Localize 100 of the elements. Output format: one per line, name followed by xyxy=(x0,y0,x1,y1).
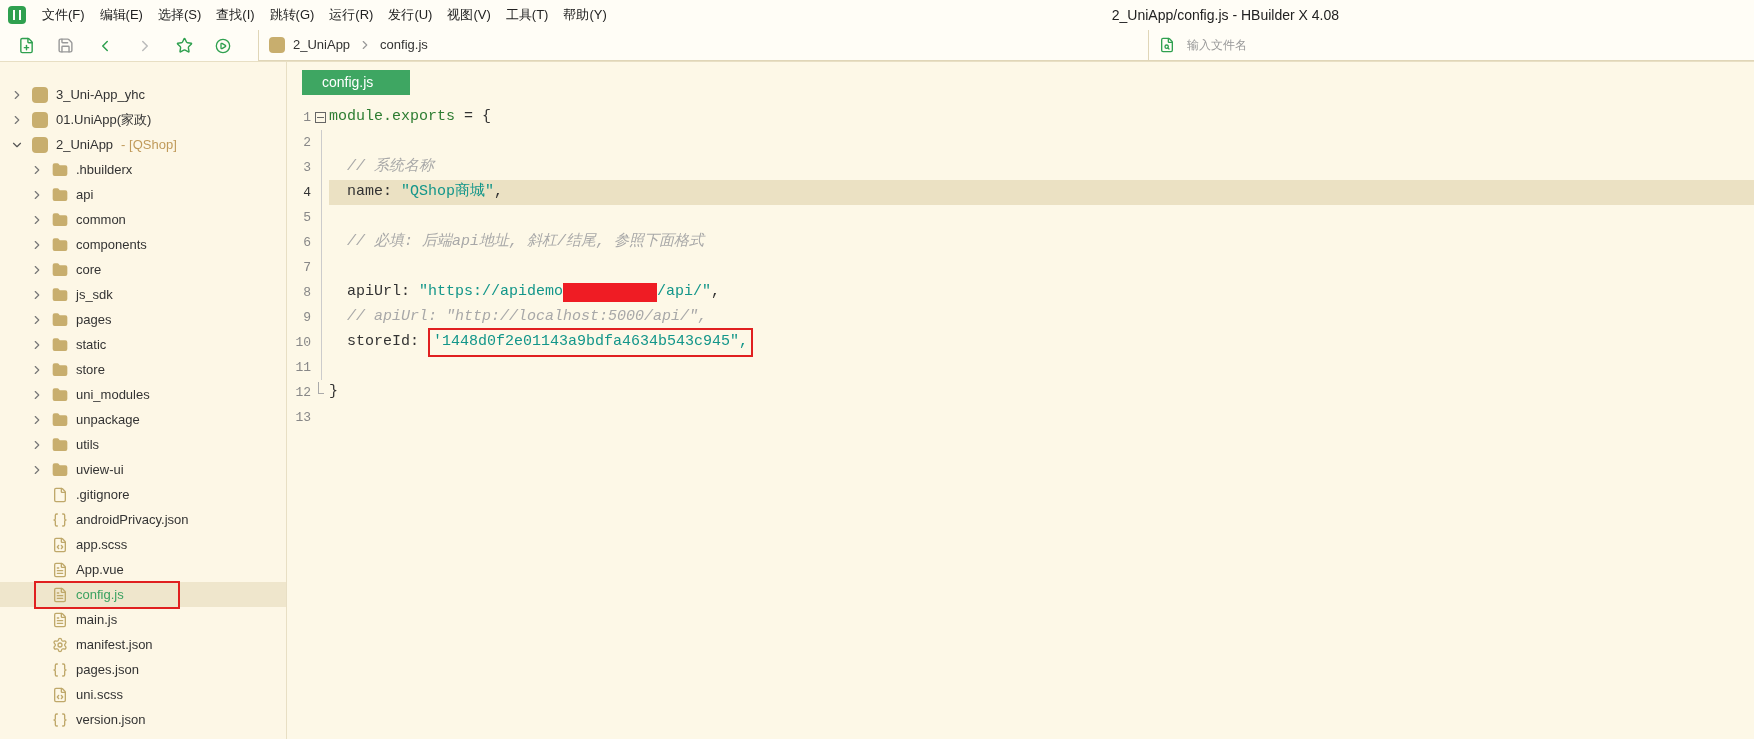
file-icon xyxy=(52,486,68,503)
folder-icon xyxy=(52,411,68,428)
tree-item-label: pages xyxy=(76,310,112,329)
tree-item-label: static xyxy=(76,335,107,354)
code-text: , xyxy=(711,282,721,303)
tree-item[interactable]: components xyxy=(0,232,286,257)
menu-item[interactable]: 工具(T) xyxy=(505,5,549,25)
tree-item-label: .gitignore xyxy=(76,485,130,504)
style-file-icon xyxy=(52,536,68,553)
js-file-icon xyxy=(52,611,68,628)
tree-item-label: uni_modules xyxy=(76,385,150,404)
code-comment: // apiUrl: "http://localhost:5000/api/", xyxy=(347,307,708,328)
menu-item[interactable]: 帮助(Y) xyxy=(563,5,607,25)
tree-item-label: 3_Uni-App_yhc xyxy=(56,85,145,104)
line-number: 4 xyxy=(302,183,311,202)
new-file-icon[interactable] xyxy=(18,37,35,54)
file-search-field[interactable]: 输入文件名 xyxy=(1187,36,1487,54)
line-number: 11 xyxy=(294,358,311,377)
menu-item[interactable]: 跳转(G) xyxy=(269,5,315,25)
line-number: 6 xyxy=(302,233,311,252)
breadcrumb-item[interactable]: 2_UniApp xyxy=(293,35,351,55)
tree-item-label: androidPrivacy.json xyxy=(76,510,189,529)
tree-item[interactable]: js_sdk xyxy=(0,282,286,307)
tree-item[interactable]: uview-ui xyxy=(0,457,286,482)
tree-item[interactable]: static xyxy=(0,332,286,357)
fold-toggle-icon[interactable] xyxy=(314,112,326,123)
code-text: "https://apidemo xyxy=(419,282,564,303)
tree-item[interactable]: 01.UniApp(家政) xyxy=(0,107,286,132)
code-text: , xyxy=(494,182,504,203)
brackets-icon xyxy=(52,711,68,728)
run-icon[interactable] xyxy=(215,37,231,54)
folder-icon xyxy=(52,211,68,228)
star-icon[interactable] xyxy=(176,37,193,54)
tree-item[interactable]: pages xyxy=(0,307,286,332)
tree-item-label: 01.UniApp(家政) xyxy=(56,110,152,129)
tree-item[interactable]: pages.json xyxy=(0,657,286,682)
tree-item[interactable]: uni.scss xyxy=(0,682,286,707)
line-number: 9 xyxy=(302,308,311,327)
folder-icon xyxy=(52,236,68,253)
tree-item[interactable]: .hbuilderx xyxy=(0,157,286,182)
code-text: /api/" xyxy=(657,282,712,303)
menu-item[interactable]: 查找(I) xyxy=(216,5,255,25)
tree-item-label: config.js xyxy=(76,585,124,604)
tree-item[interactable]: 3_Uni-App_yhc xyxy=(0,82,286,107)
line-number: 1 xyxy=(302,108,311,127)
menu-item[interactable]: 视图(V) xyxy=(447,5,491,25)
folder-icon xyxy=(52,336,68,353)
folder-icon xyxy=(52,386,68,403)
code-comment: // 系统名称 xyxy=(347,156,434,178)
tree-item[interactable]: api xyxy=(0,182,286,207)
code-text: module.exports xyxy=(329,107,456,128)
menu-item[interactable]: 编辑(E) xyxy=(99,5,143,25)
tree-item-label: utils xyxy=(76,435,100,454)
tree-item[interactable]: core xyxy=(0,257,286,282)
tree-item-label: components xyxy=(76,235,147,254)
code-text: apiUrl: xyxy=(347,282,411,303)
project-icon xyxy=(32,111,48,128)
code-comment: // 必填: 后端api地址, 斜杠/结尾, 参照下面格式 xyxy=(347,231,705,253)
tree-item-label: .hbuilderx xyxy=(76,160,133,179)
code-text: } xyxy=(329,382,338,403)
tree-item[interactable]: main.js xyxy=(0,607,286,632)
tree-item-label: core xyxy=(76,260,102,279)
line-number: 10 xyxy=(294,333,311,352)
folder-icon xyxy=(52,286,68,303)
tree-item[interactable]: utils xyxy=(0,432,286,457)
tree-item[interactable]: app.scss xyxy=(0,532,286,557)
save-icon[interactable] xyxy=(57,37,74,54)
tree-item-label: unpackage xyxy=(76,410,140,429)
code-text: = { xyxy=(463,107,492,128)
breadcrumb-item[interactable]: config.js xyxy=(380,35,428,55)
tree-item[interactable]: common xyxy=(0,207,286,232)
vue-file-icon xyxy=(52,561,68,578)
tree-item[interactable]: uni_modules xyxy=(0,382,286,407)
js-file-icon xyxy=(52,586,68,603)
tree-item[interactable]: App.vue xyxy=(0,557,286,582)
tree-item-label: version.json xyxy=(76,710,146,729)
tree-item[interactable]: store xyxy=(0,357,286,382)
menu-item[interactable]: 发行(U) xyxy=(388,5,433,25)
tree-item[interactable]: manifest.json xyxy=(0,632,286,657)
tree-item-label: common xyxy=(76,210,126,229)
tree-item-label: uview-ui xyxy=(76,460,124,479)
menu-item[interactable]: 文件(F) xyxy=(42,5,85,25)
folder-icon xyxy=(52,461,68,478)
menu-item[interactable]: 运行(R) xyxy=(329,5,374,25)
folder-icon xyxy=(52,186,68,203)
tree-item[interactable]: version.json xyxy=(0,707,286,732)
style-file-icon xyxy=(52,686,68,703)
code-text: storeId: xyxy=(347,332,420,353)
line-number: 13 xyxy=(294,408,311,427)
code-text: name: xyxy=(347,182,393,203)
gear-file-icon xyxy=(52,636,68,653)
tree-item-label: 2_UniApp xyxy=(56,135,114,154)
tree-item[interactable]: unpackage xyxy=(0,407,286,432)
tree-item[interactable]: .gitignore xyxy=(0,482,286,507)
tree-item-label: main.js xyxy=(76,610,118,629)
menu-item[interactable]: 选择(S) xyxy=(157,5,202,25)
tree-item[interactable]: androidPrivacy.json xyxy=(0,507,286,532)
tree-item-label: js_sdk xyxy=(76,285,113,304)
line-number: 5 xyxy=(302,208,311,227)
tree-item[interactable]: 2_UniApp - [QShop] xyxy=(0,132,286,157)
